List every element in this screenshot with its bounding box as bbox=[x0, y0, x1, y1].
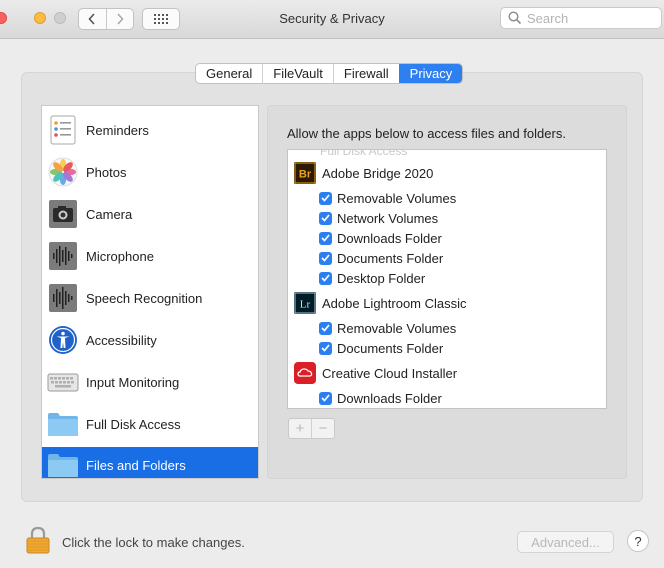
permission-row[interactable]: Downloads Folder bbox=[288, 388, 606, 408]
add-button[interactable]: + bbox=[289, 419, 311, 438]
checkmark-icon bbox=[321, 344, 330, 352]
sidebar-item-label: Speech Recognition bbox=[86, 290, 203, 306]
checkmark-icon bbox=[321, 194, 330, 202]
sidebar-item-label: Files and Folders bbox=[86, 457, 186, 473]
sidebar-item-reminders[interactable]: Reminders bbox=[42, 112, 258, 148]
reminders-icon bbox=[46, 113, 80, 147]
permission-checkbox[interactable] bbox=[319, 211, 332, 225]
list-item: Full Disk Access bbox=[288, 149, 606, 161]
sidebar-item-speech-recognition[interactable]: Speech Recognition bbox=[42, 280, 258, 316]
add-remove-buttons: + − bbox=[288, 418, 335, 439]
search-icon bbox=[508, 11, 522, 25]
folder-icon bbox=[46, 407, 80, 441]
app-row-creative-cloud-installer[interactable]: Creative Cloud Installer bbox=[288, 362, 606, 384]
permission-checkbox[interactable] bbox=[319, 251, 332, 265]
permission-row[interactable]: Removable Volumes bbox=[288, 318, 606, 338]
keyboard-icon bbox=[46, 365, 80, 399]
permission-label: Network Volumes bbox=[337, 210, 439, 226]
permission-label: Downloads Folder bbox=[337, 390, 442, 406]
speech-recognition-icon bbox=[46, 281, 80, 315]
sidebar-item-label: Full Disk Access bbox=[86, 416, 181, 432]
permission-checkbox[interactable] bbox=[319, 231, 332, 245]
checkmark-icon bbox=[321, 254, 330, 262]
permission-row[interactable]: Documents Folder bbox=[288, 248, 606, 268]
camera-icon bbox=[46, 197, 80, 231]
sidebar-item-label: Reminders bbox=[86, 122, 149, 138]
checkmark-icon bbox=[321, 394, 330, 402]
pane-description: Allow the apps below to access files and… bbox=[287, 126, 566, 141]
permission-row[interactable]: Documents Folder bbox=[288, 338, 606, 358]
sidebar-item-camera[interactable]: Camera bbox=[42, 196, 258, 232]
advanced-button[interactable]: Advanced... bbox=[517, 531, 614, 553]
search-field[interactable] bbox=[500, 7, 662, 29]
tab-privacy[interactable]: Privacy bbox=[398, 64, 463, 83]
permission-label: Removable Volumes bbox=[337, 320, 457, 336]
partial-row-label: Full Disk Access bbox=[320, 149, 408, 158]
app-row-adobe-bridge[interactable]: Br Adobe Bridge 2020 bbox=[288, 162, 606, 184]
sidebar-item-microphone[interactable]: Microphone bbox=[42, 238, 258, 274]
tab-bar: General FileVault Firewall Privacy bbox=[195, 63, 464, 84]
permission-label: Documents Folder bbox=[337, 340, 444, 356]
checkmark-icon bbox=[321, 234, 330, 242]
permission-label: Downloads Folder bbox=[337, 230, 442, 246]
checkmark-icon bbox=[321, 214, 330, 222]
lock-message: Click the lock to make changes. bbox=[62, 535, 245, 550]
app-permission-list: Full Disk Access Br Adobe Bridge 2020 Re… bbox=[287, 149, 607, 409]
checkmark-icon bbox=[321, 324, 330, 332]
accessibility-icon bbox=[46, 323, 80, 357]
app-row-adobe-lightroom[interactable]: Lr Adobe Lightroom Classic bbox=[288, 292, 606, 314]
permission-label: Documents Folder bbox=[337, 250, 444, 266]
sidebar-item-label: Microphone bbox=[86, 248, 154, 264]
search-input[interactable] bbox=[527, 10, 657, 26]
photos-icon bbox=[46, 155, 80, 189]
sidebar-item-photos[interactable]: Photos bbox=[42, 154, 258, 190]
privacy-category-list: Reminders Photos Camera Microphone Speec… bbox=[41, 105, 259, 479]
remove-button[interactable]: − bbox=[311, 419, 334, 438]
tab-filevault[interactable]: FileVault bbox=[262, 64, 333, 83]
permission-checkbox[interactable] bbox=[319, 271, 332, 285]
permission-row[interactable]: Desktop Folder bbox=[288, 268, 606, 288]
adobe-lightroom-icon-text: Lr bbox=[300, 299, 311, 311]
microphone-icon bbox=[46, 239, 80, 273]
sidebar-item-accessibility[interactable]: Accessibility bbox=[42, 322, 258, 358]
adobe-bridge-icon: Br bbox=[294, 162, 316, 184]
permission-checkbox[interactable] bbox=[319, 321, 332, 335]
adobe-lightroom-icon: Lr bbox=[294, 292, 316, 314]
permission-label: Removable Volumes bbox=[337, 190, 457, 206]
title-bar: Security & Privacy bbox=[0, 0, 664, 39]
tab-firewall[interactable]: Firewall bbox=[332, 64, 399, 83]
permission-label: Desktop Folder bbox=[337, 270, 426, 286]
checkmark-icon bbox=[321, 274, 330, 282]
permission-row[interactable]: Downloads Folder bbox=[288, 228, 606, 248]
sidebar-item-label: Photos bbox=[86, 164, 127, 180]
permission-checkbox[interactable] bbox=[319, 341, 332, 355]
help-button[interactable]: ? bbox=[627, 530, 649, 552]
tab-general[interactable]: General bbox=[196, 64, 262, 83]
permission-row[interactable]: Network Volumes bbox=[288, 208, 606, 228]
sidebar-item-full-disk-access[interactable]: Full Disk Access bbox=[42, 406, 258, 442]
permission-checkbox[interactable] bbox=[319, 191, 332, 205]
folder-icon bbox=[46, 448, 80, 478]
app-name: Adobe Bridge 2020 bbox=[322, 165, 434, 181]
sidebar-item-label: Camera bbox=[86, 206, 133, 222]
permission-checkbox[interactable] bbox=[319, 391, 332, 405]
lock-icon[interactable] bbox=[26, 526, 50, 554]
permission-row[interactable]: Removable Volumes bbox=[288, 188, 606, 208]
sidebar-item-input-monitoring[interactable]: Input Monitoring bbox=[42, 364, 258, 400]
sidebar-item-label: Accessibility bbox=[86, 332, 157, 348]
creative-cloud-icon bbox=[294, 362, 316, 384]
app-name: Adobe Lightroom Classic bbox=[322, 295, 467, 311]
sidebar-item-files-and-folders[interactable]: Files and Folders bbox=[42, 447, 258, 478]
app-name: Creative Cloud Installer bbox=[322, 365, 458, 381]
adobe-bridge-icon-text: Br bbox=[299, 169, 312, 181]
sidebar-item-label: Input Monitoring bbox=[86, 374, 180, 390]
